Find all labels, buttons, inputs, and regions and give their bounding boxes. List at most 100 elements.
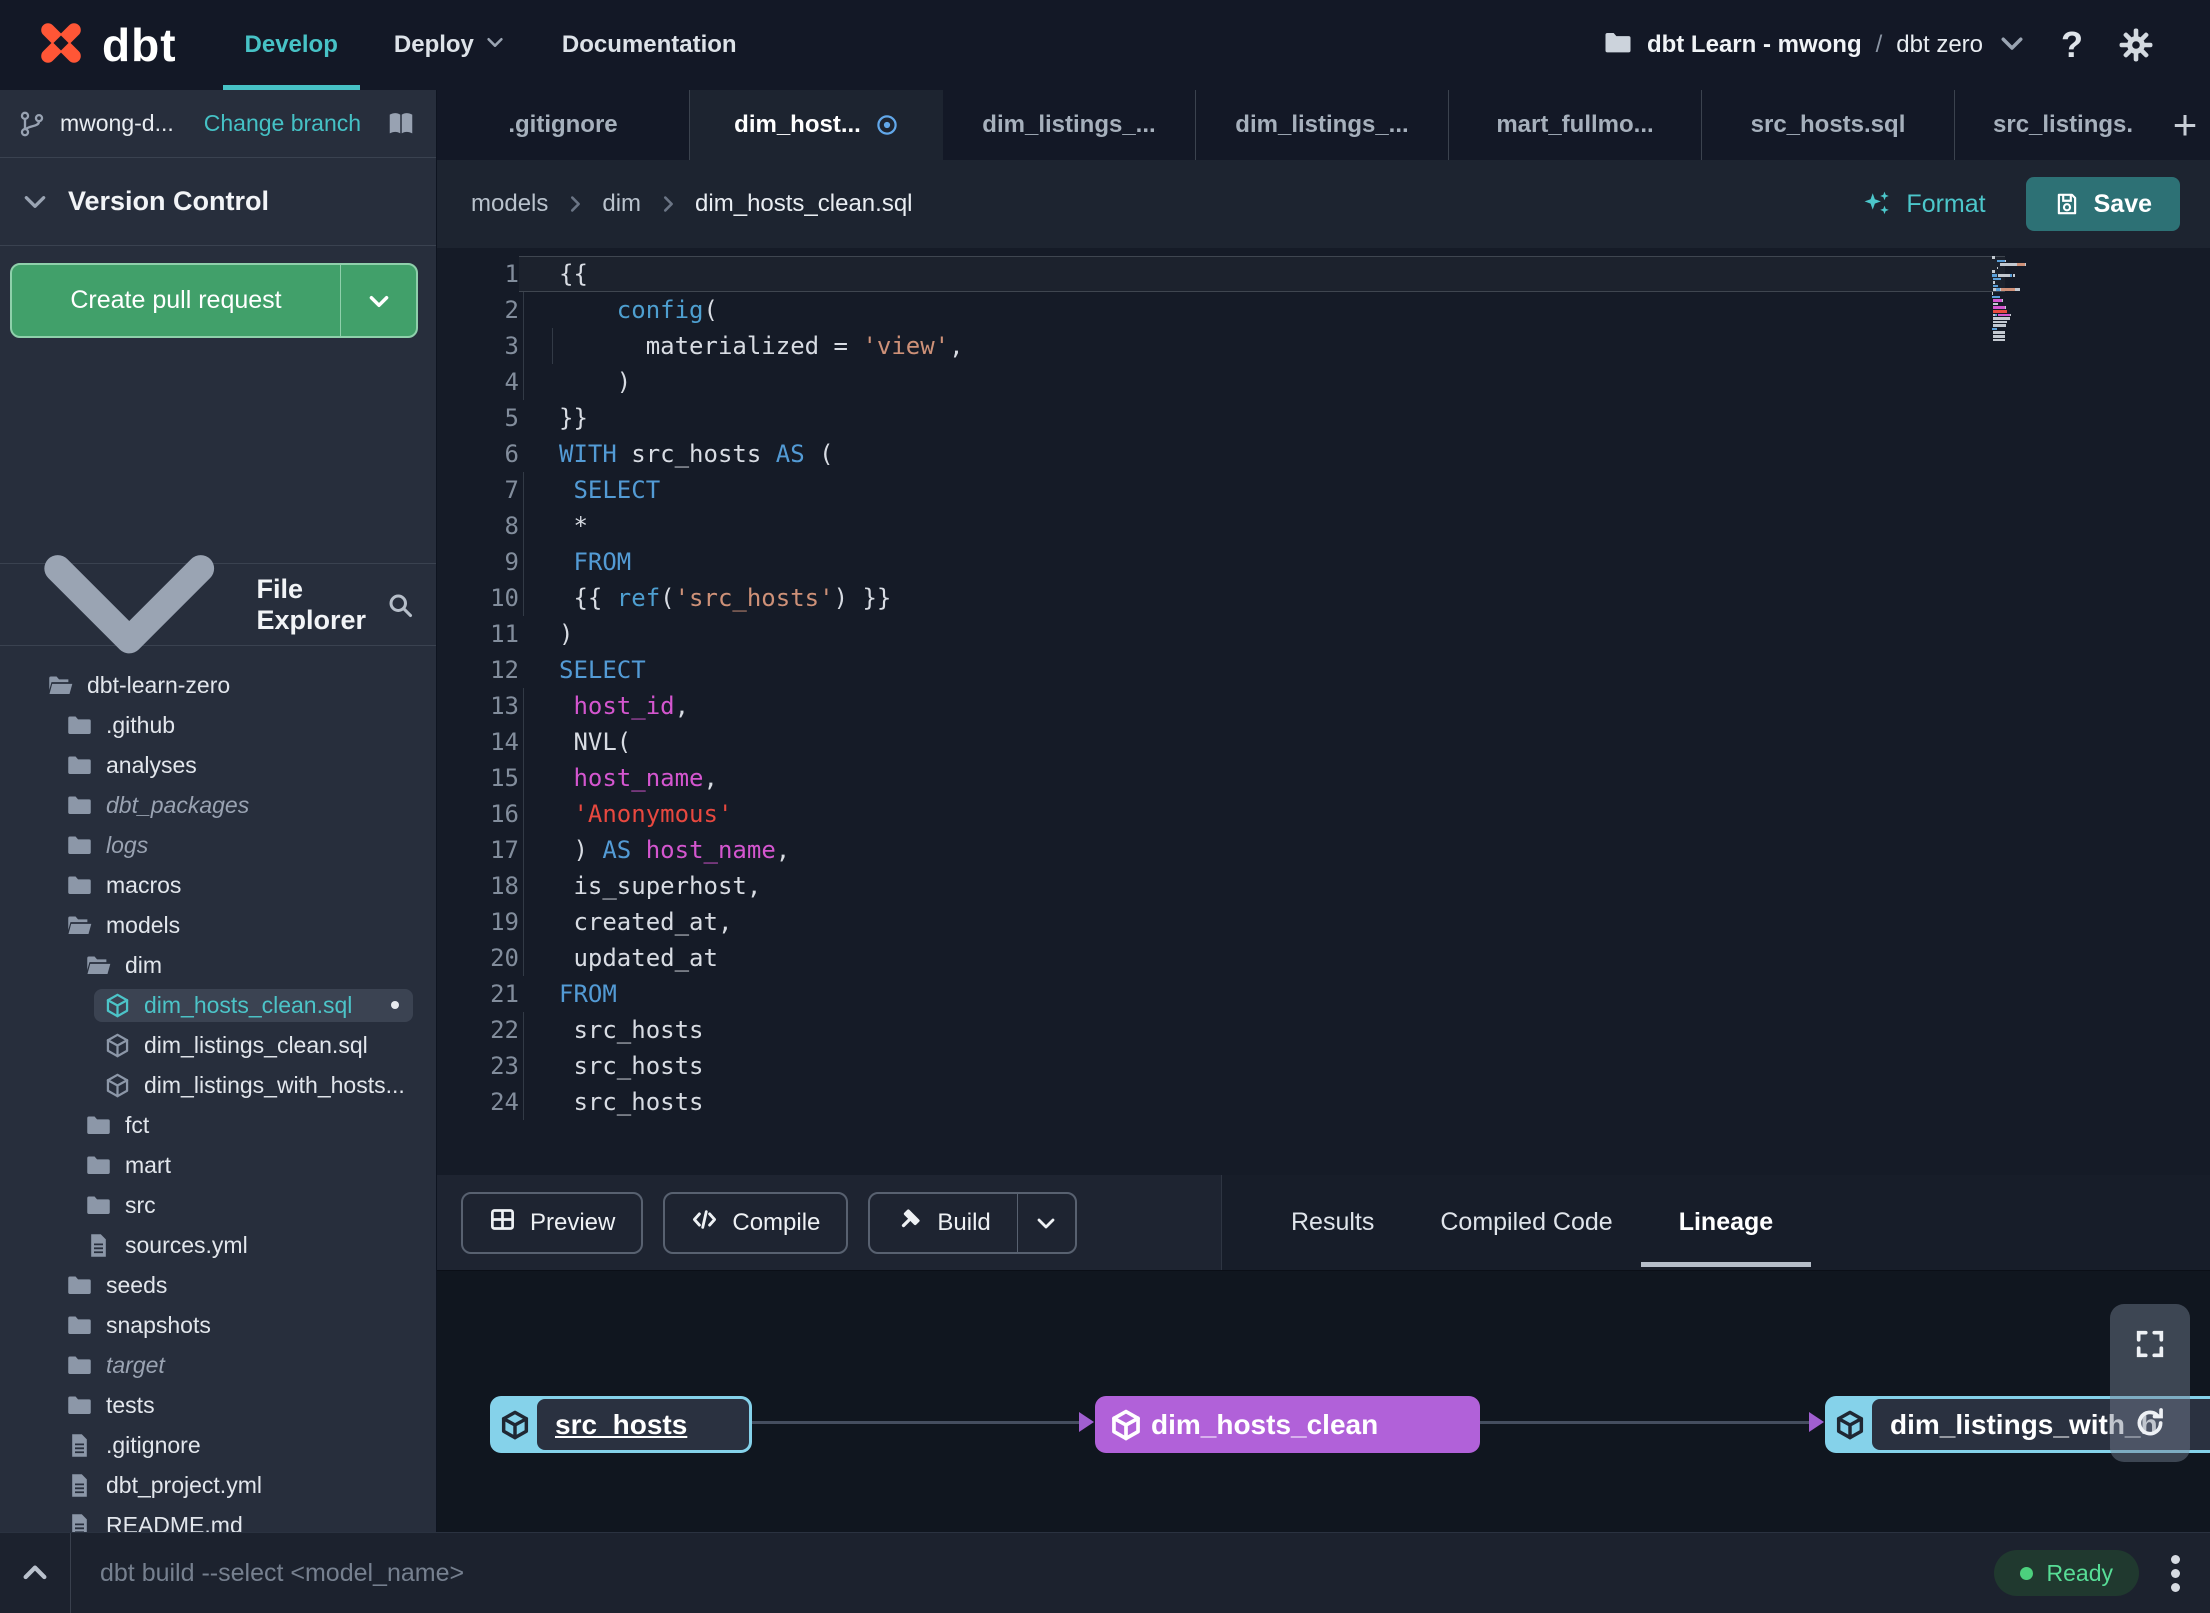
nav-item-develop[interactable]: Develop xyxy=(222,0,361,90)
tree-item-models[interactable]: models xyxy=(0,905,436,945)
tree-item-fct[interactable]: fct xyxy=(0,1105,436,1145)
line-number: 16 xyxy=(490,800,519,828)
tree-item-dbt-learn-zero[interactable]: dbt-learn-zero xyxy=(0,665,436,705)
help-icon[interactable]: ? xyxy=(2061,24,2083,66)
kebab-menu-icon[interactable] xyxy=(2167,1551,2184,1596)
tree-item-dim-listings-clean-sql[interactable]: dim_listings_clean.sql xyxy=(0,1025,436,1065)
code-token: ) }} xyxy=(833,584,892,612)
code-line[interactable]: 23 src_hosts xyxy=(437,1048,2210,1084)
code-token: src_hosts xyxy=(559,1016,704,1044)
tab-src-hosts-sql[interactable]: src_hosts.sql xyxy=(1702,90,1955,160)
build-dropdown[interactable] xyxy=(1016,1193,1075,1252)
refresh-icon[interactable] xyxy=(2133,1406,2167,1440)
tab-dim-listings-[interactable]: dim_listings_... xyxy=(943,90,1196,160)
tab-mart-fullmo-[interactable]: mart_fullmo... xyxy=(1449,90,1702,160)
nav-item-deploy[interactable]: Deploy xyxy=(372,0,528,90)
pull-request-dropdown[interactable] xyxy=(340,265,416,336)
indent-guide xyxy=(523,940,524,976)
tree-item-tests[interactable]: tests xyxy=(0,1385,436,1425)
breadcrumb-item[interactable]: models xyxy=(471,190,548,218)
code-line[interactable]: 9 FROM xyxy=(437,544,2210,580)
code-line[interactable]: 24 src_hosts xyxy=(437,1084,2210,1120)
code-line[interactable]: 21 FROM xyxy=(437,976,2210,1012)
lineage-node-dim_hosts_clean[interactable]: dim_hosts_clean xyxy=(1095,1396,1480,1453)
code-line[interactable]: 6 WITH src_hosts AS ( xyxy=(437,436,2210,472)
tree-item-dim-listings-with-hosts-[interactable]: dim_listings_with_hosts... xyxy=(0,1065,436,1105)
line-number: 22 xyxy=(490,1016,519,1044)
code-line[interactable]: 19 created_at, xyxy=(437,904,2210,940)
code-line[interactable]: 11) xyxy=(437,616,2210,652)
tree-item-macros[interactable]: macros xyxy=(0,865,436,905)
create-pull-request-label[interactable]: Create pull request xyxy=(12,265,340,336)
command-input[interactable]: dbt build --select <model_name> xyxy=(100,1559,464,1588)
code-line[interactable]: 2 config( xyxy=(437,292,2210,328)
search-icon[interactable] xyxy=(386,591,414,619)
file-explorer-header[interactable]: File Explorer xyxy=(0,555,436,654)
tab-lineage[interactable]: Lineage xyxy=(1640,1175,1812,1270)
tab--gitignore[interactable]: .gitignore xyxy=(437,90,690,160)
lineage-canvas[interactable]: src_hosts dim_hosts_clean dim_listings_wit… xyxy=(437,1270,2210,1532)
new-tab-button[interactable]: + xyxy=(2160,90,2210,160)
tree-item-dbt-project-yml[interactable]: dbt_project.yml xyxy=(0,1465,436,1505)
breadcrumb-item[interactable]: dim xyxy=(602,190,641,218)
tree-item-dim-hosts-clean-sql[interactable]: dim_hosts_clean.sql xyxy=(0,985,436,1025)
tree-item-logs[interactable]: logs xyxy=(0,825,436,865)
nav-item-documentation[interactable]: Documentation xyxy=(540,0,759,90)
tree-item-label: fct xyxy=(125,1111,150,1138)
code-line[interactable]: 3 materialized = 'view', xyxy=(437,328,2210,364)
chevron-up-icon[interactable] xyxy=(0,1557,70,1589)
code-line[interactable]: 18 is_superhost, xyxy=(437,868,2210,904)
minimap[interactable] xyxy=(1992,256,2052,342)
save-button[interactable]: Save xyxy=(2025,177,2180,231)
code-line[interactable]: 10 {{ ref('src_hosts') }} xyxy=(437,580,2210,616)
tree-item-src[interactable]: src xyxy=(0,1185,436,1225)
code-line[interactable]: 8 * xyxy=(437,508,2210,544)
code-line[interactable]: 14 NVL( xyxy=(437,724,2210,760)
code-line[interactable]: 17 ) AS host_name, xyxy=(437,832,2210,868)
tree-item-dim[interactable]: dim xyxy=(0,945,436,985)
tab-results[interactable]: Results xyxy=(1291,1175,1374,1270)
tab-src-listings-[interactable]: src_listings. xyxy=(1955,90,2143,160)
code-line[interactable]: 1 {{ xyxy=(437,256,2210,292)
project-selector[interactable]: dbt Learn - mwong / dbt zero xyxy=(1603,28,2027,63)
tree-item-mart[interactable]: mart xyxy=(0,1145,436,1185)
docs-book-icon[interactable] xyxy=(386,109,416,139)
tree-item-readme-md[interactable]: README.md xyxy=(0,1505,436,1532)
change-branch-link[interactable]: Change branch xyxy=(204,110,361,137)
tree-item-dbt-packages[interactable]: dbt_packages xyxy=(0,785,436,825)
tree-item-sources-yml[interactable]: sources.yml xyxy=(0,1225,436,1265)
code-line[interactable]: 20 updated_at xyxy=(437,940,2210,976)
code-line[interactable]: 16 'Anonymous' xyxy=(437,796,2210,832)
code-line[interactable]: 4 ) xyxy=(437,364,2210,400)
build-button[interactable]: Build xyxy=(868,1191,1077,1254)
tree-item--github[interactable]: .github xyxy=(0,705,436,745)
preview-button[interactable]: Preview xyxy=(461,1191,644,1254)
fullscreen-icon[interactable] xyxy=(2133,1327,2167,1361)
dbt-logo[interactable]: dbt xyxy=(0,0,177,90)
code-line[interactable]: 5}} xyxy=(437,400,2210,436)
tree-item-seeds[interactable]: seeds xyxy=(0,1265,436,1305)
code-line[interactable]: 7 SELECT xyxy=(437,472,2210,508)
lineage-node-src_hosts[interactable]: src_hosts xyxy=(490,1396,752,1453)
breadcrumb-item[interactable]: dim_hosts_clean.sql xyxy=(695,190,912,218)
code-line[interactable]: 12 SELECT xyxy=(437,652,2210,688)
tree-item-snapshots[interactable]: snapshots xyxy=(0,1305,436,1345)
tab-compiled-code[interactable]: Compiled Code xyxy=(1440,1175,1612,1270)
code-line[interactable]: 22 src_hosts xyxy=(437,1012,2210,1048)
tree-item--gitignore[interactable]: .gitignore xyxy=(0,1425,436,1465)
tree-item-analyses[interactable]: analyses xyxy=(0,745,436,785)
code-line[interactable]: 13 host_id, xyxy=(437,688,2210,724)
code-editor[interactable]: 1{{2 config(3 materialized = 'view', 4 ) 5… xyxy=(437,248,2210,1175)
line-number: 18 xyxy=(490,872,519,900)
code-token: ( xyxy=(703,296,718,324)
create-pull-request-button[interactable]: Create pull request xyxy=(10,263,418,338)
format-button[interactable]: Format xyxy=(1862,189,1986,219)
code-line-content: src_hosts xyxy=(519,1084,2005,1120)
version-control-header[interactable]: Version Control xyxy=(0,158,436,246)
code-line[interactable]: 15 host_name, xyxy=(437,760,2210,796)
compile-button[interactable]: Compile xyxy=(663,1191,849,1254)
gear-icon[interactable] xyxy=(2117,26,2155,64)
tree-item-target[interactable]: target xyxy=(0,1345,436,1385)
tab-dim-listings-[interactable]: dim_listings_... xyxy=(1196,90,1449,160)
tab-dim-host-[interactable]: dim_host... xyxy=(690,90,943,160)
